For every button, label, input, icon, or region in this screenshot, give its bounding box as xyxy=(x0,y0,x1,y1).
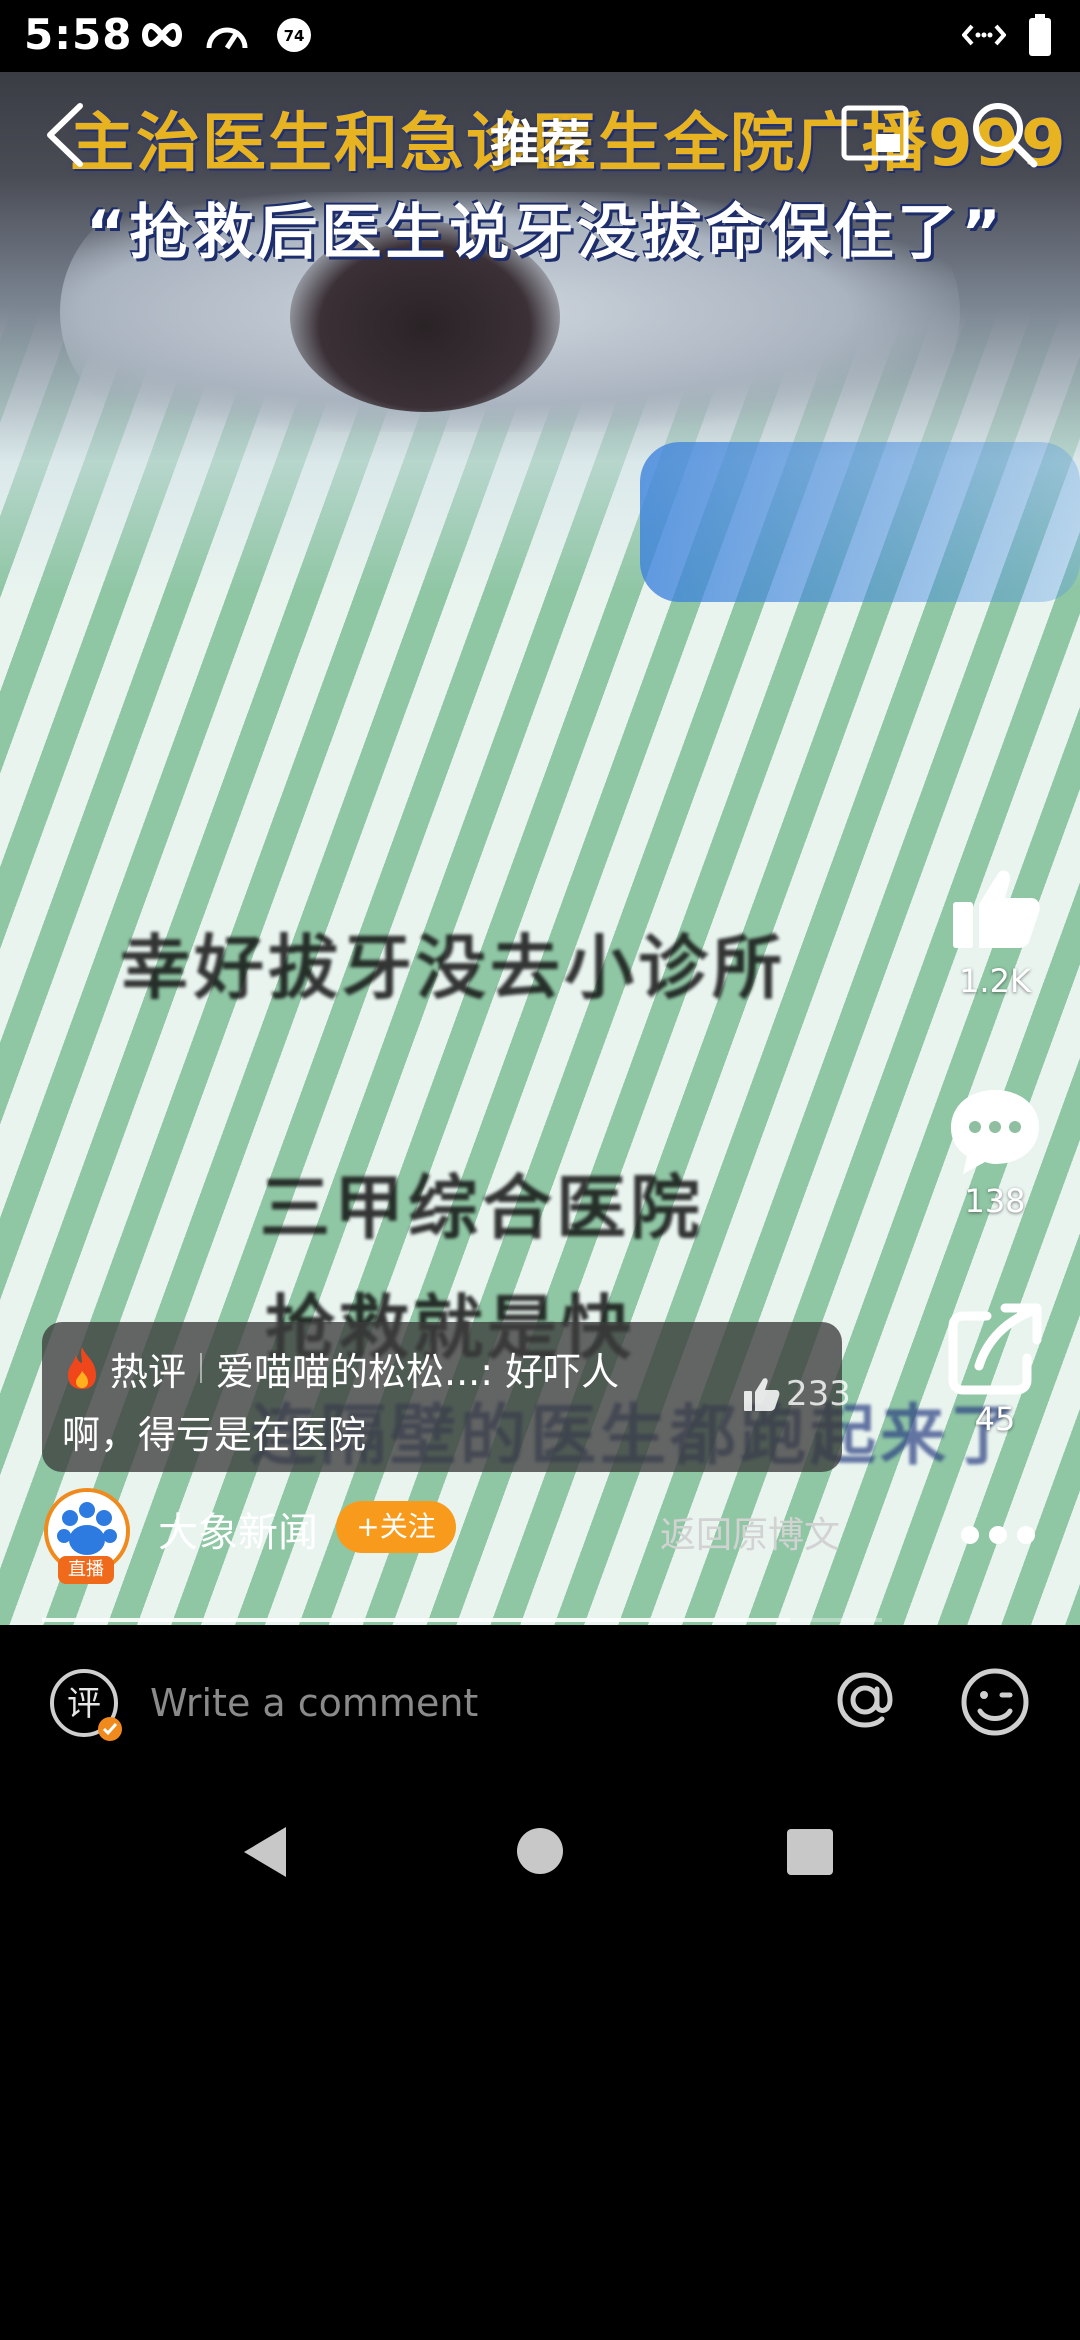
comment-bar: 评 Write a comment xyxy=(0,1625,1080,1775)
return-to-original-post-link[interactable]: 返回原博文 xyxy=(660,1506,840,1558)
video-blue-sheet xyxy=(640,442,1080,602)
speedometer-icon xyxy=(206,27,248,50)
battery-icon xyxy=(1029,14,1051,56)
thumb-up-icon xyxy=(953,870,1040,948)
search-icon[interactable] xyxy=(968,98,1040,170)
follow-button[interactable]: +关注 xyxy=(336,1501,456,1553)
video-subtitle-1: 幸好拔牙没去小诊所 xyxy=(120,927,786,1009)
video-subtitle-2: 三甲综合医院 xyxy=(260,1167,704,1249)
at-icon[interactable] xyxy=(832,1667,898,1733)
hot-comment-like[interactable]: 233 xyxy=(742,1374,851,1414)
status-bar: 5:58 74 xyxy=(0,0,1080,72)
thumb-up-small-icon xyxy=(744,1378,780,1411)
hot-comment-card[interactable]: 热评 爱喵喵的松松... : 好吓人 啊，得亏是在医院 233 xyxy=(42,1322,851,1472)
hot-comment-label: 热评 xyxy=(110,1349,187,1394)
system-nav-bar xyxy=(0,1775,1080,1920)
comment-button[interactable]: 138 xyxy=(940,1082,1050,1220)
emoji-icon[interactable] xyxy=(960,1667,1030,1737)
comment-bubble-icon xyxy=(951,1090,1039,1174)
battery-badge-icon: 74 xyxy=(277,18,311,52)
playback-progress-fill xyxy=(42,1618,790,1622)
share-count: 45 xyxy=(974,1400,1016,1438)
data-transfer-icon xyxy=(962,24,1006,46)
like-count: 1.2K xyxy=(959,962,1031,1000)
nav-recents-icon[interactable] xyxy=(787,1829,833,1875)
review-icon[interactable]: 评 xyxy=(48,1667,124,1743)
back-icon[interactable] xyxy=(40,100,90,170)
nav-back-icon[interactable] xyxy=(240,1825,290,1879)
author-name[interactable]: 大象新闻 xyxy=(158,1500,318,1558)
hot-comment-separator xyxy=(200,1353,203,1383)
share-button[interactable]: 45 xyxy=(940,1300,1050,1438)
review-icon-label: 评 xyxy=(67,1684,101,1724)
hot-comment-text-2: 啊，得亏是在医院 xyxy=(62,1413,367,1457)
infinity-icon xyxy=(142,22,182,48)
hot-comment-user[interactable]: 爱喵喵的松松... xyxy=(216,1341,480,1396)
battery-badge-text: 74 xyxy=(284,27,305,45)
nav-home-icon[interactable] xyxy=(517,1828,563,1874)
hot-comment-line1: 热评 爱喵喵的松松... : 好吓人 xyxy=(62,1340,619,1396)
comment-input[interactable]: Write a comment xyxy=(150,1673,790,1733)
share-icon xyxy=(948,1303,1042,1395)
comment-count: 138 xyxy=(964,1182,1026,1220)
fire-icon xyxy=(68,1347,96,1389)
like-button[interactable]: 1.2K xyxy=(940,862,1050,1000)
status-time: 5:58 xyxy=(24,10,133,59)
more-icon[interactable] xyxy=(956,1520,1072,1550)
playback-progress-bar[interactable] xyxy=(42,1618,882,1622)
hot-comment-like-count: 233 xyxy=(786,1374,851,1414)
video-title-line2: “抢救后医生说牙没拔命保住了” xyxy=(86,198,1005,268)
tab-recommend[interactable]: 推荐 xyxy=(440,104,640,176)
live-badge: 直播 xyxy=(58,1556,114,1584)
hot-comment-text-1: : 好吓人 xyxy=(480,1349,620,1394)
pip-icon[interactable] xyxy=(840,104,910,166)
